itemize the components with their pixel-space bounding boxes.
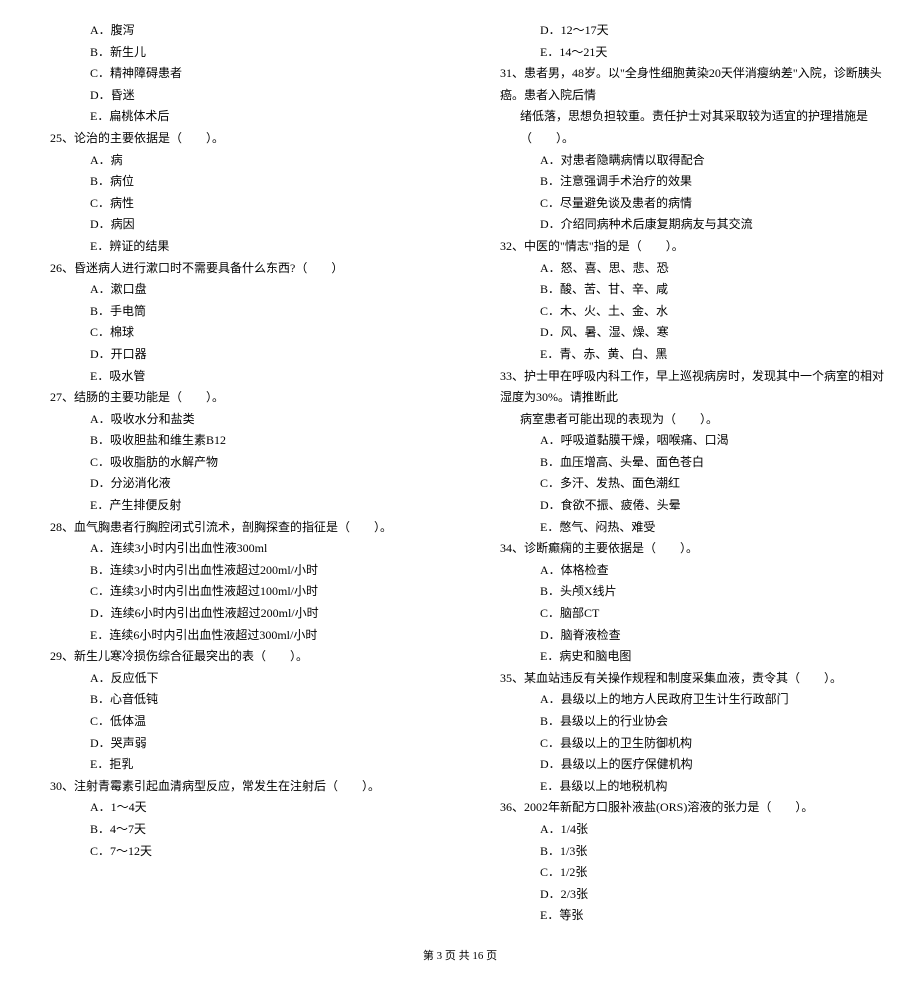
option: D．昏迷	[30, 85, 440, 107]
option: A．吸收水分和盐类	[30, 409, 440, 431]
option: B．酸、苦、甘、辛、咸	[480, 279, 890, 301]
question-31: 31、患者男，48岁。以"全身性细胞黄染20天伴消瘦纳差"入院，诊断胰头癌。患者…	[480, 63, 890, 106]
option: C．7～12天	[30, 841, 440, 863]
option: D．县级以上的医疗保健机构	[480, 754, 890, 776]
option: D．食欲不振、疲倦、头晕	[480, 495, 890, 517]
question-29: 29、新生儿寒冷损伤综合征最突出的表（ ）。	[30, 646, 440, 668]
option: E．辨证的结果	[30, 236, 440, 258]
option: B．吸收胆盐和维生素B12	[30, 430, 440, 452]
option: A．病	[30, 150, 440, 172]
question-28: 28、血气胸患者行胸腔闭式引流术，剖胸探查的指征是（ ）。	[30, 517, 440, 539]
option: B．新生儿	[30, 42, 440, 64]
question-32: 32、中医的"情志"指的是（ ）。	[480, 236, 890, 258]
option: B．心音低钝	[30, 689, 440, 711]
option: E．青、赤、黄、白、黑	[480, 344, 890, 366]
option: C．尽量避免谈及患者的病情	[480, 193, 890, 215]
option: E．拒乳	[30, 754, 440, 776]
option: E．扁桃体术后	[30, 106, 440, 128]
option: B．病位	[30, 171, 440, 193]
option: A．1/4张	[480, 819, 890, 841]
option: D．2/3张	[480, 884, 890, 906]
option: A．呼吸道黏膜干燥，咽喉痛、口渴	[480, 430, 890, 452]
option: C．精神障碍患者	[30, 63, 440, 85]
option: D．12～17天	[480, 20, 890, 42]
option: D．连续6小时内引出血性液超过200ml/小时	[30, 603, 440, 625]
option: E．吸水管	[30, 366, 440, 388]
option: B．手电筒	[30, 301, 440, 323]
question-27: 27、结肠的主要功能是（ ）。	[30, 387, 440, 409]
question-25: 25、论治的主要依据是（ ）。	[30, 128, 440, 150]
option: C．病性	[30, 193, 440, 215]
option: D．介绍同病种术后康复期病友与其交流	[480, 214, 890, 236]
option: C．连续3小时内引出血性液超过100ml/小时	[30, 581, 440, 603]
option: B．4～7天	[30, 819, 440, 841]
page-footer: 第 3 页 共 16 页	[30, 947, 890, 967]
question-34: 34、诊断癫痫的主要依据是（ ）。	[480, 538, 890, 560]
option: D．哭声弱	[30, 733, 440, 755]
option: D．病因	[30, 214, 440, 236]
option: A．反应低下	[30, 668, 440, 690]
option: C．棉球	[30, 322, 440, 344]
option: B．1/3张	[480, 841, 890, 863]
option: B．头颅X线片	[480, 581, 890, 603]
option: A．怒、喜、思、悲、恐	[480, 258, 890, 280]
option: E．憋气、闷热、难受	[480, 517, 890, 539]
option: E．等张	[480, 905, 890, 927]
option: E．县级以上的地税机构	[480, 776, 890, 798]
option: C．脑部CT	[480, 603, 890, 625]
question-35: 35、某血站违反有关操作规程和制度采集血液，责令其（ ）。	[480, 668, 890, 690]
option: A．腹泻	[30, 20, 440, 42]
option: E．产生排便反射	[30, 495, 440, 517]
option: B．血压增高、头晕、面色苍白	[480, 452, 890, 474]
option: C．多汗、发热、面色潮红	[480, 473, 890, 495]
option: A．县级以上的地方人民政府卫生计生行政部门	[480, 689, 890, 711]
option: B．连续3小时内引出血性液超过200ml/小时	[30, 560, 440, 582]
option: D．开口器	[30, 344, 440, 366]
option: C．县级以上的卫生防御机构	[480, 733, 890, 755]
question-31-cont: 绪低落，思想负担较重。责任护士对其采取较为适宜的护理措施是（ ）。	[480, 106, 890, 149]
option: E．病史和脑电图	[480, 646, 890, 668]
option: A．对患者隐瞒病情以取得配合	[480, 150, 890, 172]
question-33: 33、护士甲在呼吸内科工作，早上巡视病房时，发现其中一个病室的相对湿度为30%。…	[480, 366, 890, 409]
option: C．1/2张	[480, 862, 890, 884]
option: C．低体温	[30, 711, 440, 733]
question-33-cont: 病室患者可能出现的表现为（ ）。	[480, 409, 890, 431]
option: E．14～21天	[480, 42, 890, 64]
option: D．风、暑、湿、燥、寒	[480, 322, 890, 344]
option: A．体格检查	[480, 560, 890, 582]
option: C．吸收脂肪的水解产物	[30, 452, 440, 474]
option: D．脑脊液检查	[480, 625, 890, 647]
option: E．连续6小时内引出血性液超过300ml/小时	[30, 625, 440, 647]
option: D．分泌消化液	[30, 473, 440, 495]
option: C．木、火、土、金、水	[480, 301, 890, 323]
option: B．注意强调手术治疗的效果	[480, 171, 890, 193]
option: A．连续3小时内引出血性液300ml	[30, 538, 440, 560]
option: A．漱口盘	[30, 279, 440, 301]
question-26: 26、昏迷病人进行漱口时不需要具备什么东西?（ ）	[30, 258, 440, 280]
question-36: 36、2002年新配方口服补液盐(ORS)溶液的张力是（ ）。	[480, 797, 890, 819]
question-30: 30、注射青霉素引起血清病型反应，常发生在注射后（ ）。	[30, 776, 440, 798]
option: B．县级以上的行业协会	[480, 711, 890, 733]
option: A．1～4天	[30, 797, 440, 819]
